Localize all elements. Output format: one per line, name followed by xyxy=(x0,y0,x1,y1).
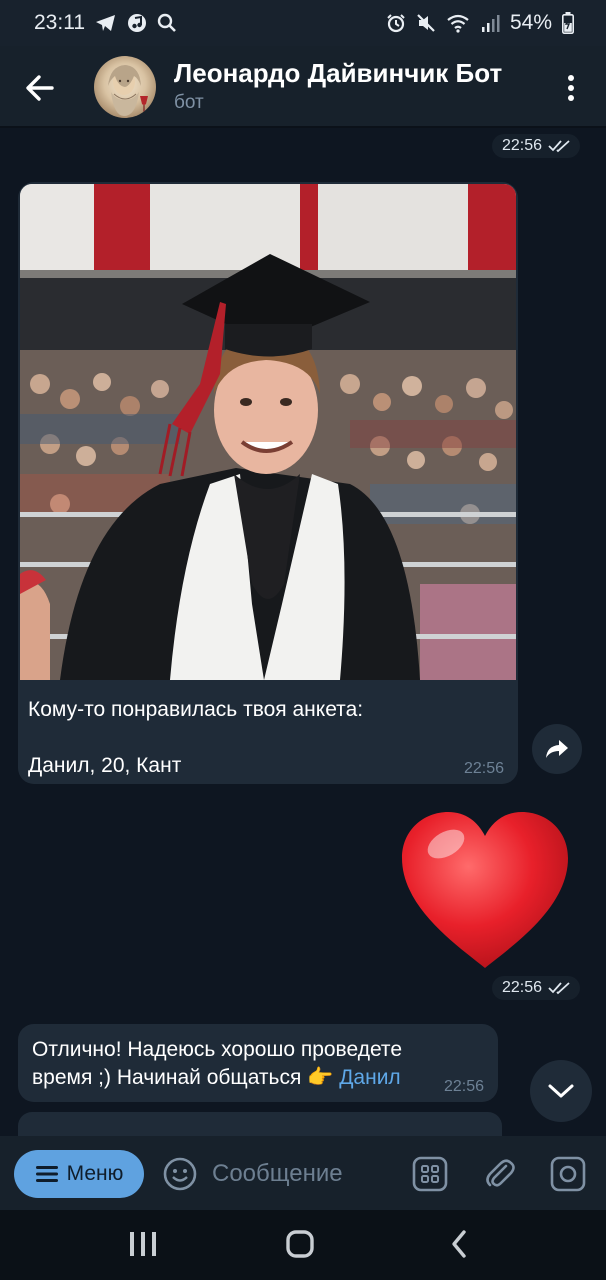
bot-menu-button[interactable]: Меню xyxy=(14,1150,144,1198)
message-line: время ;) Начинай общаться 👉 Данил xyxy=(32,1064,401,1092)
arrow-left-icon xyxy=(26,75,54,101)
status-bar: 23:11 54% xyxy=(0,0,606,46)
keyboard-grid-icon xyxy=(412,1156,448,1192)
smile-icon xyxy=(163,1157,197,1191)
message-line: Данил, 20, Кант xyxy=(28,754,182,777)
more-menu-button[interactable] xyxy=(556,68,586,108)
alarm-icon xyxy=(386,13,406,33)
heart-emoji-message[interactable] xyxy=(398,808,572,974)
recent-apps-button[interactable] xyxy=(130,1232,156,1256)
back-nav-button[interactable] xyxy=(452,1230,466,1258)
incoming-partial-message[interactable] xyxy=(18,1112,502,1136)
chat-title[interactable]: Леонардо Дайвинчик Бот xyxy=(174,58,502,89)
message-time: 22:56 xyxy=(502,979,543,996)
camera-icon xyxy=(550,1156,586,1192)
emoji-button[interactable] xyxy=(162,1156,198,1192)
chat-header: Леонардо Дайвинчик Бот бот xyxy=(0,46,606,128)
pointing-hand-emoji: 👉 xyxy=(307,1066,334,1089)
double-check-icon xyxy=(548,982,570,995)
message-time: 22:56 xyxy=(464,760,505,777)
message-line: Кому-то понравилась твоя анкета: xyxy=(28,698,364,721)
back-button[interactable] xyxy=(22,70,58,106)
message-line: Отлично! Надеюсь хорошо проведете xyxy=(32,1038,402,1061)
wifi-icon xyxy=(446,13,470,33)
telegram-icon xyxy=(95,13,117,33)
message-time: 22:56 xyxy=(444,1078,485,1095)
battery-level: 54% xyxy=(509,11,552,34)
paperclip-icon xyxy=(486,1159,515,1187)
menu-label: Меню xyxy=(66,1162,124,1185)
chat-subtitle: бот xyxy=(174,92,204,113)
status-time: 23:11 xyxy=(34,11,85,34)
more-vertical-icon xyxy=(568,75,574,101)
chevron-down-icon xyxy=(548,1084,574,1098)
attach-button[interactable] xyxy=(482,1156,518,1192)
home-button[interactable] xyxy=(286,1230,314,1258)
double-check-icon xyxy=(548,140,570,153)
avatar[interactable] xyxy=(94,56,156,118)
chat-area[interactable]: 22:56 Кому-то понравилась твоя анкета: Д… xyxy=(0,128,606,1136)
hamburger-icon xyxy=(35,1166,58,1182)
user-mention-link[interactable]: Данил xyxy=(339,1066,400,1089)
outgoing-message-time: 22:56 xyxy=(492,134,581,158)
message-input-bar: Меню Сообщение xyxy=(0,1136,606,1210)
system-navigation-bar xyxy=(0,1210,606,1280)
battery-icon xyxy=(562,12,574,34)
message-text: время ;) Начинай общаться xyxy=(32,1066,302,1089)
avatar-image xyxy=(108,65,148,116)
search-icon xyxy=(157,13,177,33)
message-input[interactable]: Сообщение xyxy=(212,1156,392,1192)
scroll-down-button[interactable] xyxy=(530,1060,592,1122)
message-time: 22:56 xyxy=(502,137,543,154)
heart-icon xyxy=(402,812,568,968)
music-icon xyxy=(127,13,147,33)
bot-keyboard-button[interactable] xyxy=(412,1156,448,1192)
graduate-photo xyxy=(20,184,516,680)
forward-button[interactable] xyxy=(532,724,582,774)
profile-photo[interactable] xyxy=(20,184,516,680)
share-arrow-icon xyxy=(546,740,568,758)
outgoing-message-time: 22:56 xyxy=(492,976,581,1000)
signal-icon xyxy=(480,13,500,33)
mute-icon xyxy=(416,13,436,33)
camera-button[interactable] xyxy=(550,1156,586,1192)
